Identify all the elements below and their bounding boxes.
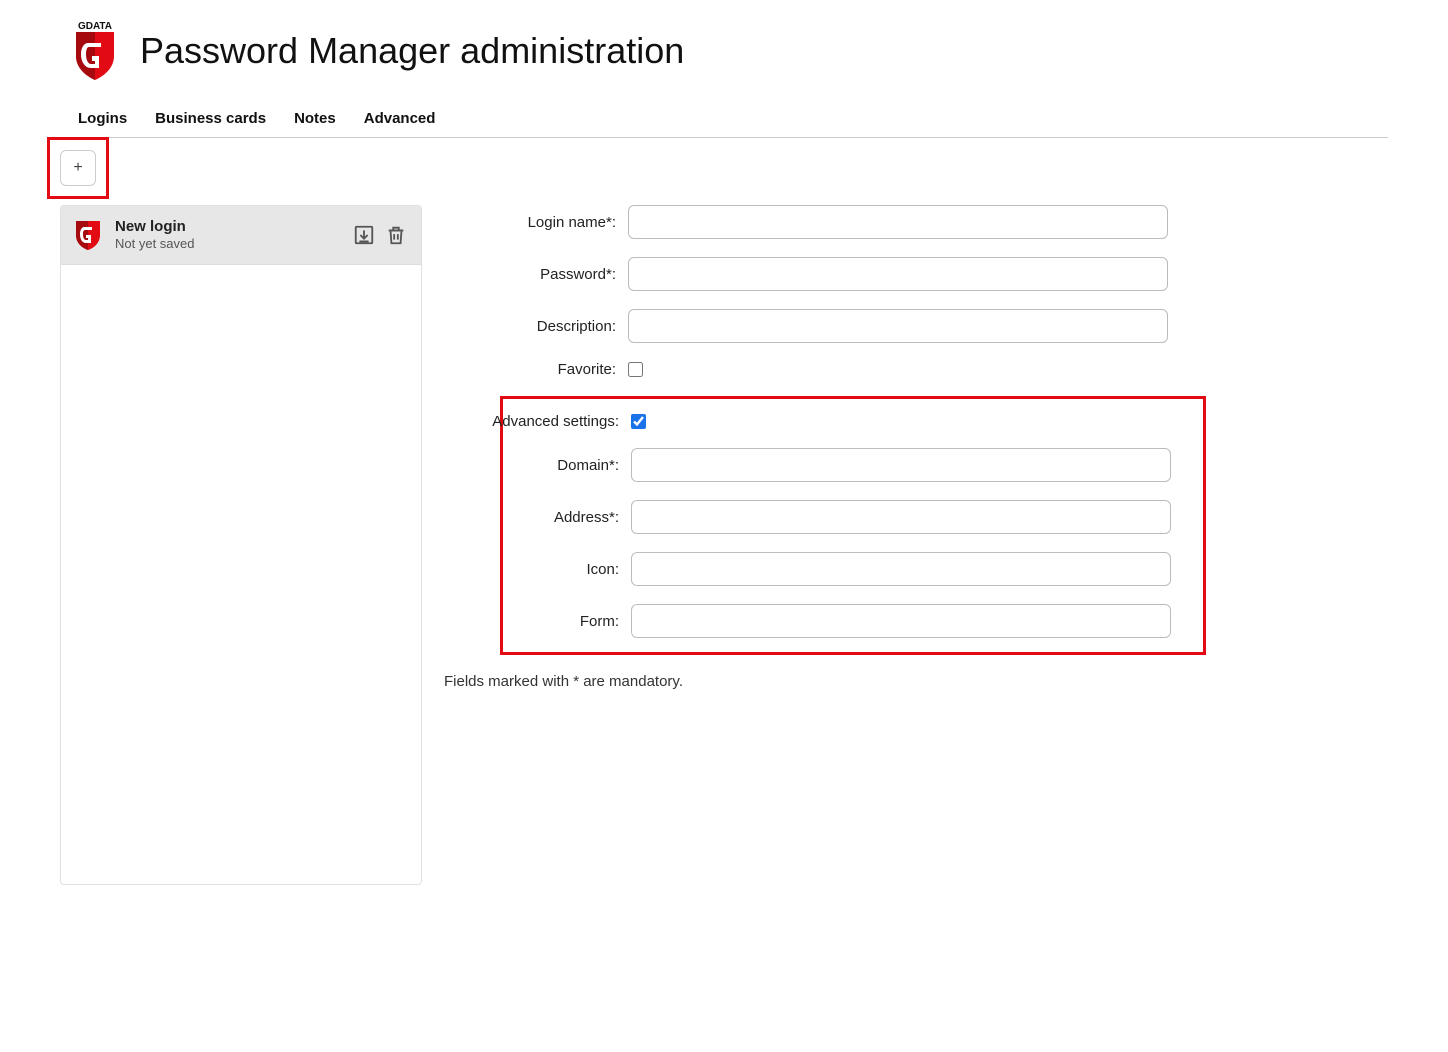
add-button-highlight: + (47, 137, 109, 199)
form-field-input[interactable] (631, 604, 1171, 638)
save-icon[interactable] (353, 224, 375, 246)
password-label: Password*: (444, 266, 628, 283)
login-name-input[interactable] (628, 205, 1168, 239)
list-item-actions (353, 224, 407, 246)
svg-text:GDATA: GDATA (78, 21, 112, 32)
advanced-settings-checkbox[interactable] (631, 414, 646, 429)
list-item-title: New login (115, 218, 339, 236)
shield-icon (75, 219, 101, 251)
form-field-label: Form: (447, 613, 631, 630)
tab-logins[interactable]: Logins (78, 110, 127, 127)
advanced-settings-label: Advanced settings: (447, 413, 631, 430)
favorite-label: Favorite: (444, 361, 628, 378)
list-item-text: New login Not yet saved (115, 218, 339, 252)
mandatory-hint: Fields marked with * are mandatory. (444, 673, 1388, 690)
tab-notes[interactable]: Notes (294, 110, 336, 127)
list-item-subtitle: Not yet saved (115, 236, 339, 252)
tabs-row: Logins Business cards Notes Advanced (60, 110, 1388, 138)
tab-advanced[interactable]: Advanced (364, 110, 436, 127)
icon-input[interactable] (631, 552, 1171, 586)
favorite-checkbox[interactable] (628, 362, 643, 377)
password-input[interactable] (628, 257, 1168, 291)
domain-label: Domain*: (447, 457, 631, 474)
trash-icon[interactable] (385, 224, 407, 246)
icon-label: Icon: (447, 561, 631, 578)
address-label: Address*: (447, 509, 631, 526)
login-name-label: Login name*: (444, 214, 628, 231)
tab-business-cards[interactable]: Business cards (155, 110, 266, 127)
logins-list: New login Not yet saved (60, 205, 422, 885)
add-button[interactable]: + (60, 150, 96, 186)
header: GDATA Password Manager administration (70, 20, 1388, 82)
page-title: Password Manager administration (140, 30, 684, 72)
advanced-settings-highlight: Advanced settings: Domain*: Address*: Ic… (500, 396, 1206, 655)
brand-logo-icon: GDATA (70, 20, 120, 82)
description-input[interactable] (628, 309, 1168, 343)
description-label: Description: (444, 318, 628, 335)
plus-icon: + (73, 159, 82, 177)
login-form: Login name*: Password*: Description: Fav… (444, 205, 1388, 690)
address-input[interactable] (631, 500, 1171, 534)
domain-input[interactable] (631, 448, 1171, 482)
list-item[interactable]: New login Not yet saved (61, 206, 421, 265)
